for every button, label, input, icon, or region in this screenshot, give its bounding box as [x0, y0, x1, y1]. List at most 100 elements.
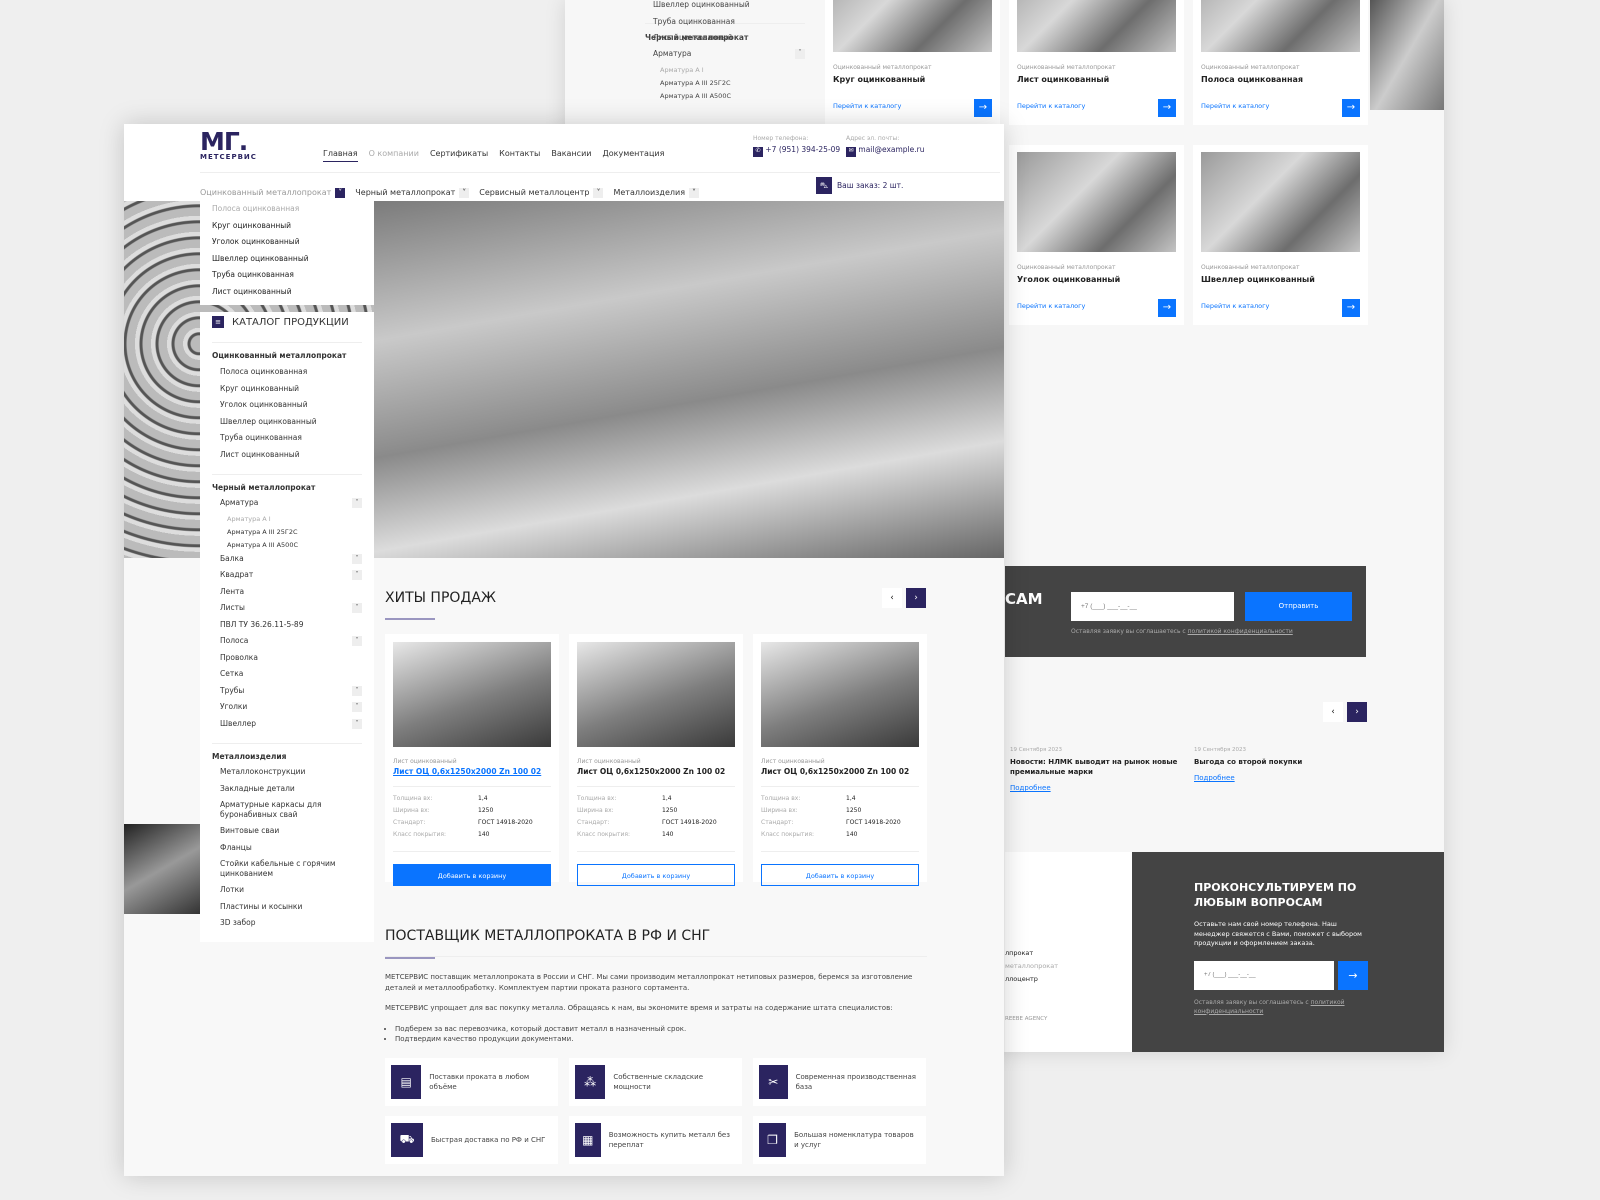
catalog-subitem[interactable]: Арматура А III А500С [212, 541, 362, 554]
chevron-down-icon[interactable]: ˅ [352, 603, 362, 613]
privacy-link[interactable]: политикой конфиденциальности [1188, 628, 1293, 635]
sidebar-subitem[interactable]: Арматура А III А500С [645, 92, 805, 105]
catalog-item[interactable]: Проволка [212, 653, 362, 670]
chevron-down-icon[interactable]: ˅ [352, 570, 362, 580]
add-to-cart-button[interactable]: Добавить в корзину [577, 864, 735, 886]
add-to-cart-button[interactable]: Добавить в корзину [761, 864, 919, 886]
catalog-item[interactable]: 3D забор [212, 918, 362, 935]
product-name-link[interactable]: Лист ОЦ 0,6x1250x2000 Zn 100 02 [761, 767, 919, 787]
product-category-card[interactable]: Оцинкованный металлопрокат Круг оцинкован… [825, 0, 1000, 125]
catalog-item[interactable]: Уголки ˅ [212, 702, 362, 719]
sidebar-item[interactable]: Швеллер оцинкованный [645, 0, 805, 17]
footer-link[interactable]: лпрокат [1005, 949, 1132, 962]
catalog-item[interactable]: Швеллер оцинкованный [212, 417, 362, 434]
catalog-item[interactable]: Пластины и косынки [212, 902, 362, 919]
sidebar-subitem[interactable]: Арматура А I [645, 66, 805, 79]
phone-input[interactable] [1071, 592, 1234, 621]
catalog-item[interactable]: Сетка [212, 669, 362, 686]
sidebar-item-armatura[interactable]: Арматура ˄ [645, 49, 805, 66]
chevron-up-icon[interactable]: ˄ [795, 49, 805, 59]
nav-link[interactable]: Главная [323, 149, 358, 162]
catalog-link[interactable]: Перейти к каталогу [1017, 302, 1176, 310]
add-to-cart-button[interactable]: Добавить в корзину [393, 864, 551, 886]
submit-button[interactable]: Отправить [1245, 592, 1352, 621]
catalog-item[interactable]: Винтовые сваи [212, 826, 362, 843]
catalog-item[interactable]: Металлоконструкции [212, 767, 362, 784]
chevron-down-icon[interactable]: ˅ [352, 685, 362, 696]
category-nav-item[interactable]: Оцинкованный металлопрокат [200, 188, 331, 197]
chevron-down-icon[interactable]: ˅ [352, 702, 362, 712]
email-link[interactable]: mail@example.ru [858, 145, 924, 154]
catalog-item[interactable]: Уголок оцинкованный [212, 400, 362, 417]
category-nav-item[interactable]: Черный металлопрокат [355, 188, 455, 197]
chevron-down-icon[interactable]: ˅ [459, 188, 470, 198]
chevron-up-icon[interactable]: ˄ [352, 498, 362, 508]
dropdown-item[interactable]: Круг оцинкованный [212, 221, 362, 238]
arrow-right-icon[interactable]: → [1158, 299, 1176, 317]
nav-link[interactable]: Документация [602, 149, 664, 158]
nav-link[interactable]: Контакты [499, 149, 540, 158]
chevron-down-icon[interactable]: ˅ [593, 188, 604, 198]
news-title[interactable]: Новости: НЛМК выводит на рынок новые пре… [1010, 757, 1180, 777]
dropdown-item[interactable]: Полоса оцинкованная [212, 204, 362, 221]
catalog-link[interactable]: Перейти к каталогу [1201, 102, 1360, 110]
catalog-group-header[interactable]: Черный металлопрокат [212, 474, 362, 498]
catalog-item[interactable]: Арматурные каркасы для буронабивных свай [212, 800, 362, 826]
news-more-link[interactable]: Подробнее [1194, 774, 1364, 782]
phone-link[interactable]: +7 (951) 394-25-09 [765, 145, 840, 154]
catalog-item[interactable]: Трубы ˅ [212, 685, 362, 703]
arrow-right-icon[interactable]: → [1342, 299, 1360, 317]
nav-link[interactable]: Вакансии [551, 149, 591, 158]
nav-link[interactable]: Сертификаты [430, 149, 488, 158]
logo[interactable]: МГ. МЕТСЕРВИС [200, 129, 284, 163]
consult-submit-arrow-icon[interactable]: → [1338, 960, 1368, 990]
product-category-card[interactable]: Оцинкованный металлопрокат Швеллер оцинко… [1193, 145, 1368, 325]
product-name-link[interactable]: Лист ОЦ 0,6x1250x2000 Zn 100 02 [393, 767, 551, 787]
arrow-right-icon[interactable]: → [974, 99, 992, 117]
chevron-down-icon[interactable]: ˅ [335, 188, 346, 198]
arrow-right-icon[interactable]: → [1158, 99, 1176, 117]
sidebar-subitem[interactable]: Арматура А III 25Г2С [645, 79, 805, 92]
catalog-subitem[interactable]: Арматура А III 25Г2С [212, 528, 362, 541]
catalog-item[interactable]: Балка ˅ [212, 553, 362, 571]
news-title[interactable]: Выгода со второй покупки [1194, 757, 1364, 767]
catalog-link[interactable]: Перейти к каталогу [1201, 302, 1360, 310]
chevron-down-icon[interactable]: ˅ [689, 188, 700, 198]
catalog-item[interactable]: Полоса оцинкованная [212, 367, 362, 384]
catalog-item[interactable]: Труба оцинкованная [212, 433, 362, 450]
chevron-down-icon[interactable]: ˅ [352, 553, 362, 564]
dropdown-item[interactable]: Труба оцинкованная [212, 270, 362, 287]
catalog-item[interactable]: Фланцы [212, 843, 362, 860]
nav-link[interactable]: О компании [369, 149, 419, 158]
consult-phone-input[interactable] [1194, 960, 1334, 990]
category-nav-item[interactable]: Сервисный металлоцентр [479, 188, 589, 197]
catalog-item[interactable]: Полоса ˅ [212, 636, 362, 653]
catalog-subitem[interactable]: Арматура А I [212, 515, 362, 528]
news-more-link[interactable]: Подробнее [1010, 784, 1180, 792]
catalog-item[interactable]: Стойки кабельные с горячим цинкованием [212, 859, 362, 885]
dropdown-item[interactable]: Швеллер оцинкованный [212, 254, 362, 271]
dropdown-item[interactable]: Уголок оцинкованный [212, 237, 362, 254]
catalog-item[interactable]: Лист оцинкованный [212, 450, 362, 467]
chevron-down-icon[interactable]: ˅ [352, 636, 362, 646]
footer-link[interactable]: металлопрокат [1005, 962, 1132, 975]
catalog-link[interactable]: Перейти к каталогу [1017, 102, 1176, 110]
catalog-item[interactable]: Листы ˅ [212, 603, 362, 620]
cart-button[interactable]: ⛍ Ваш заказ: 2 шт. [816, 177, 903, 194]
product-name-link[interactable]: Лист ОЦ 0,6x1250x2000 Zn 100 02 [577, 767, 735, 787]
dropdown-item[interactable]: Лист оцинкованный [212, 287, 362, 304]
footer-link[interactable]: ллоцентр [1005, 975, 1132, 988]
product-category-card[interactable]: Оцинкованный металлопрокат Уголок оцинков… [1009, 145, 1184, 325]
catalog-item[interactable]: Арматура ˄ [212, 498, 362, 515]
catalog-link[interactable]: Перейти к каталогу [833, 102, 992, 110]
catalog-item[interactable]: Круг оцинкованный [212, 384, 362, 401]
catalog-item[interactable]: Швеллер ˅ [212, 718, 362, 736]
catalog-group-header[interactable]: Оцинкованный металлопрокат [212, 351, 362, 367]
product-category-card[interactable]: Оцинкованный металлопрокат Полоса оцинков… [1193, 0, 1368, 125]
catalog-item[interactable]: ПВЛ ТУ 36.26.11-5-89 [212, 620, 362, 637]
hits-next-button[interactable]: › [906, 588, 926, 608]
product-category-card[interactable]: Оцинкованный металлопрокат Лист оцинкован… [1009, 0, 1184, 125]
arrow-right-icon[interactable]: → [1342, 99, 1360, 117]
catalog-item[interactable]: Квадрат ˅ [212, 570, 362, 587]
hits-prev-button[interactable]: ‹ [882, 588, 902, 608]
